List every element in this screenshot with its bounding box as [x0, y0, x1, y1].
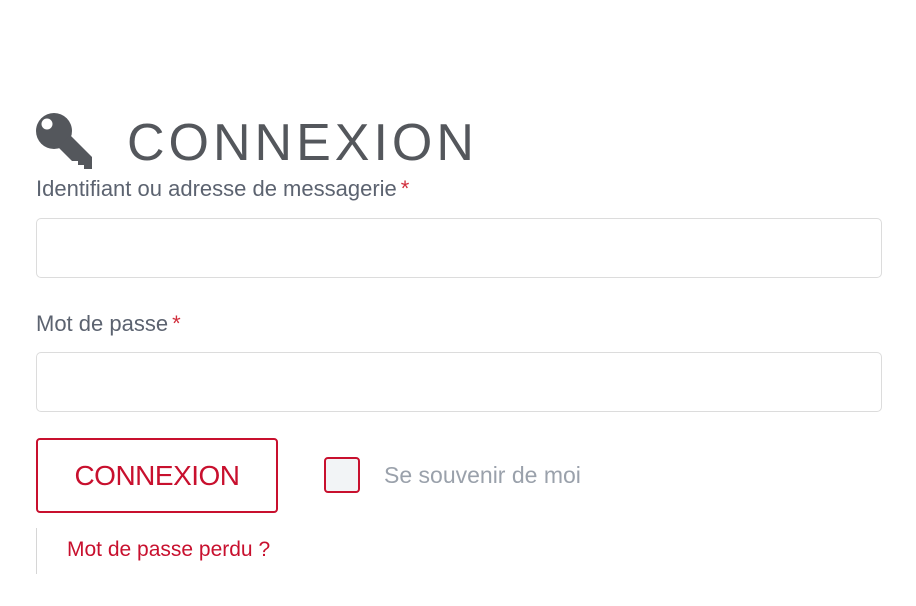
remember-me-checkbox[interactable] — [324, 457, 360, 493]
password-label-text: Mot de passe — [36, 311, 169, 336]
username-label-text: Identifiant ou adresse de messagerie — [36, 176, 397, 201]
key-icon — [36, 112, 92, 169]
remember-me-option[interactable]: Se souvenir de moi — [324, 457, 581, 493]
lost-password-section: Mot de passe perdu ? — [36, 528, 270, 574]
username-input[interactable] — [36, 218, 882, 278]
password-label: Mot de passe * — [36, 311, 181, 337]
required-marker: * — [400, 176, 410, 201]
lost-password-link[interactable]: Mot de passe perdu ? — [67, 538, 270, 562]
username-label: Identifiant ou adresse de messagerie * — [36, 176, 409, 202]
required-marker: * — [172, 311, 181, 336]
remember-me-label: Se souvenir de moi — [384, 461, 581, 488]
login-button[interactable]: CONNEXION — [36, 438, 278, 513]
page-title: CONNEXION — [127, 113, 478, 172]
password-input[interactable] — [36, 352, 882, 412]
